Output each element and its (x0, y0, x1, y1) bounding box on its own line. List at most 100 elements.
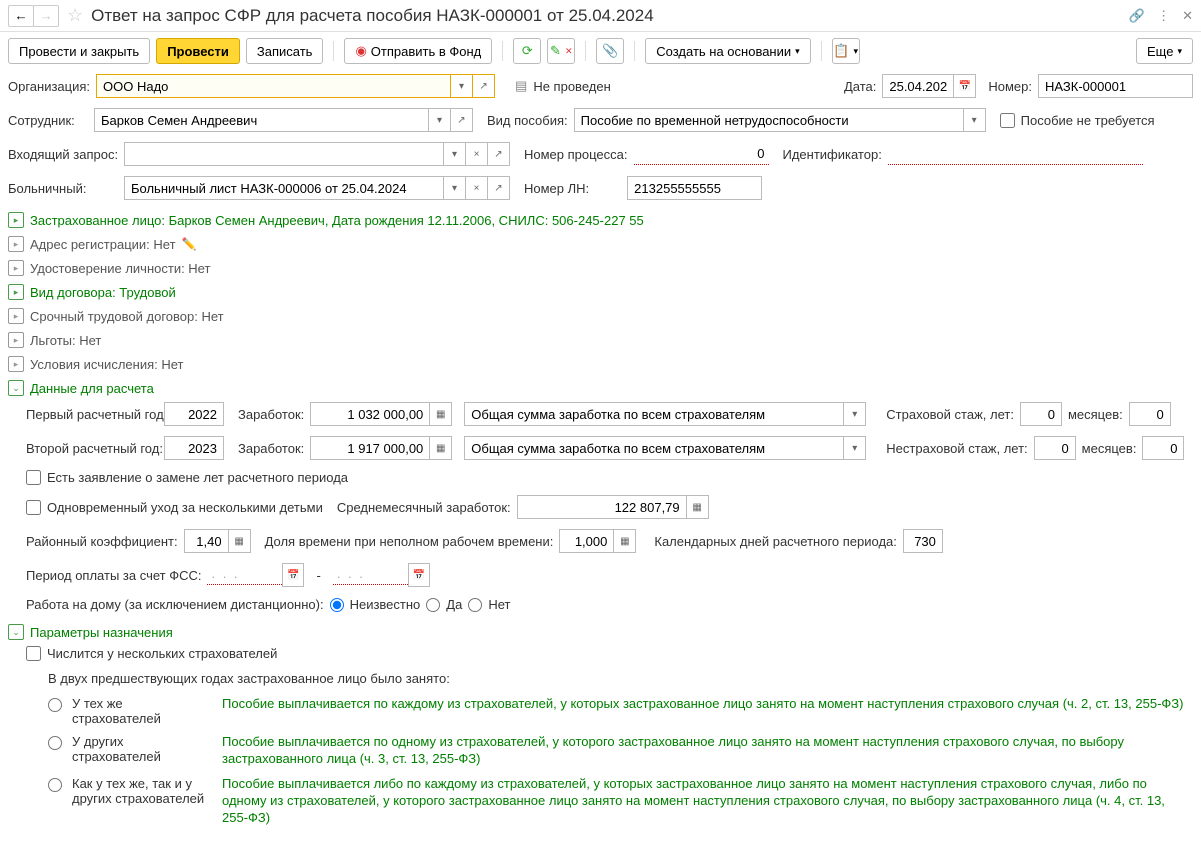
process-label: Номер процесса: (524, 147, 628, 162)
expand-identity[interactable]: ▸ (8, 260, 24, 276)
earn2-input[interactable] (310, 436, 430, 460)
earn1-type-dropdown[interactable]: ▾ (844, 402, 866, 426)
avg-monthly-input[interactable] (517, 495, 687, 519)
incoming-clear-button[interactable]: × (466, 142, 488, 166)
nav-forward-button[interactable]: → (33, 5, 59, 27)
print-button[interactable]: 📋▾ (832, 38, 860, 64)
benefit-type-dropdown-button[interactable]: ▾ (964, 108, 986, 132)
link-icon[interactable]: 🔗 (1129, 8, 1145, 24)
avg-monthly-calc-button[interactable]: ▦ (687, 495, 709, 519)
incoming-dropdown-button[interactable]: ▾ (444, 142, 466, 166)
nav-back-button[interactable]: ← (8, 5, 34, 27)
year2-input[interactable] (164, 436, 224, 460)
ins-stage-years-input[interactable] (1020, 402, 1062, 426)
number-input[interactable] (1038, 74, 1193, 98)
org-dropdown-button[interactable]: ▾ (451, 74, 473, 98)
incoming-input[interactable] (124, 142, 444, 166)
sicklist-clear-button[interactable]: × (466, 176, 488, 200)
employee-open-button[interactable]: ↗ (451, 108, 473, 132)
sicklist-dropdown-button[interactable]: ▾ (444, 176, 466, 200)
expand-benefits[interactable]: ▸ (8, 332, 24, 348)
create-based-on-button[interactable]: Создать на основании ▾ (645, 38, 810, 64)
year1-input[interactable] (164, 402, 224, 426)
expand-contract[interactable]: ▸ (8, 284, 24, 300)
earn2-calc-button[interactable]: ▦ (430, 436, 452, 460)
home-no-radio[interactable] (468, 598, 482, 612)
close-icon[interactable]: ✕ (1182, 8, 1193, 24)
multi-insurers-checkbox[interactable] (26, 646, 41, 661)
expand-address[interactable]: ▸ (8, 236, 24, 252)
toolbar: Провести и закрыть Провести Записать ◉От… (0, 32, 1201, 70)
identifier-label: Идентификатор: (783, 147, 882, 162)
sicklist-open-button[interactable]: ↗ (488, 176, 510, 200)
expand-urgent[interactable]: ▸ (8, 308, 24, 324)
more-button[interactable]: Еще ▾ (1136, 38, 1193, 64)
expand-insured[interactable]: ▸ (8, 212, 24, 228)
opt-same-radio[interactable] (48, 698, 62, 712)
title-bar: ← → ☆ Ответ на запрос СФР для расчета по… (0, 0, 1201, 32)
clear-button[interactable]: ✎✕ (547, 38, 575, 64)
home-yes-radio[interactable] (426, 598, 440, 612)
post-and-close-button[interactable]: Провести и закрыть (8, 38, 150, 64)
incoming-label: Входящий запрос: (8, 147, 118, 162)
post-button[interactable]: Провести (156, 38, 240, 64)
year1-label: Первый расчетный год: (26, 407, 158, 422)
nonins-months-input[interactable] (1142, 436, 1184, 460)
expand-params[interactable]: ⌄ (8, 624, 24, 640)
coef-input[interactable] (184, 529, 229, 553)
nonins-label: Нестраховой стаж, лет: (886, 441, 1027, 456)
process-input[interactable] (634, 143, 769, 165)
date-input[interactable] (882, 74, 954, 98)
employee-dropdown-button[interactable]: ▾ (429, 108, 451, 132)
org-label: Организация: (8, 79, 90, 94)
earn1-type-input[interactable] (464, 402, 844, 426)
home-no-label: Нет (488, 597, 510, 612)
multi-children-label: Одновременный уход за несколькими детьми (47, 500, 323, 515)
fss-from-picker[interactable]: 📅 (282, 563, 304, 587)
ln-input[interactable] (627, 176, 762, 200)
parttime-calc-button[interactable]: ▦ (614, 529, 636, 553)
coef-calc-button[interactable]: ▦ (229, 529, 251, 553)
org-open-button[interactable]: ↗ (473, 74, 495, 98)
home-unknown-label: Неизвестно (350, 597, 421, 612)
incoming-open-button[interactable]: ↗ (488, 142, 510, 166)
attach-button[interactable]: 📎 (596, 38, 624, 64)
date-picker-button[interactable]: 📅 (954, 74, 976, 98)
earn1-calc-button[interactable]: ▦ (430, 402, 452, 426)
fss-to-input[interactable] (333, 563, 408, 585)
earn1-label: Заработок: (238, 407, 304, 422)
expand-calcdata[interactable]: ⌄ (8, 380, 24, 396)
benefit-type-input[interactable] (574, 108, 964, 132)
fss-from-input[interactable] (207, 563, 282, 585)
parttime-input[interactable] (559, 529, 614, 553)
nonins-years-input[interactable] (1034, 436, 1076, 460)
earn2-type-dropdown[interactable]: ▾ (844, 436, 866, 460)
sicklist-input[interactable] (124, 176, 444, 200)
pencil-icon[interactable]: ✏️ (182, 237, 197, 251)
days-label: Календарных дней расчетного периода: (654, 534, 897, 549)
expand-conditions[interactable]: ▸ (8, 356, 24, 372)
earn2-type-input[interactable] (464, 436, 844, 460)
opt-same-label: У тех же страхователей (72, 696, 212, 726)
benefit-not-needed-checkbox[interactable] (1000, 113, 1015, 128)
send-to-fund-button[interactable]: ◉Отправить в Фонд (344, 38, 492, 64)
multi-children-checkbox[interactable] (26, 500, 41, 515)
employee-input[interactable] (94, 108, 429, 132)
home-unknown-radio[interactable] (330, 598, 344, 612)
home-label: Работа на дому (за исключением дистанцио… (26, 597, 324, 612)
ins-stage-months-input[interactable] (1129, 402, 1171, 426)
earn1-input[interactable] (310, 402, 430, 426)
refresh-button[interactable]: ⟳ (513, 38, 541, 64)
identifier-input[interactable] (888, 143, 1143, 165)
opt-other-radio[interactable] (48, 736, 62, 750)
org-input[interactable] (96, 74, 451, 98)
save-button[interactable]: Записать (246, 38, 324, 64)
fss-to-picker[interactable]: 📅 (408, 563, 430, 587)
days-input[interactable] (903, 529, 943, 553)
replace-years-checkbox[interactable] (26, 470, 41, 485)
ins-stage-months-label: месяцев: (1068, 407, 1123, 422)
kebab-menu-icon[interactable]: ⋮ (1157, 8, 1170, 24)
favorite-star-icon[interactable]: ☆ (67, 5, 83, 26)
form-area: Организация: ▾ ↗ ▤ Не проведен Дата: 📅 Н… (0, 70, 1201, 850)
opt-both-radio[interactable] (48, 778, 62, 792)
